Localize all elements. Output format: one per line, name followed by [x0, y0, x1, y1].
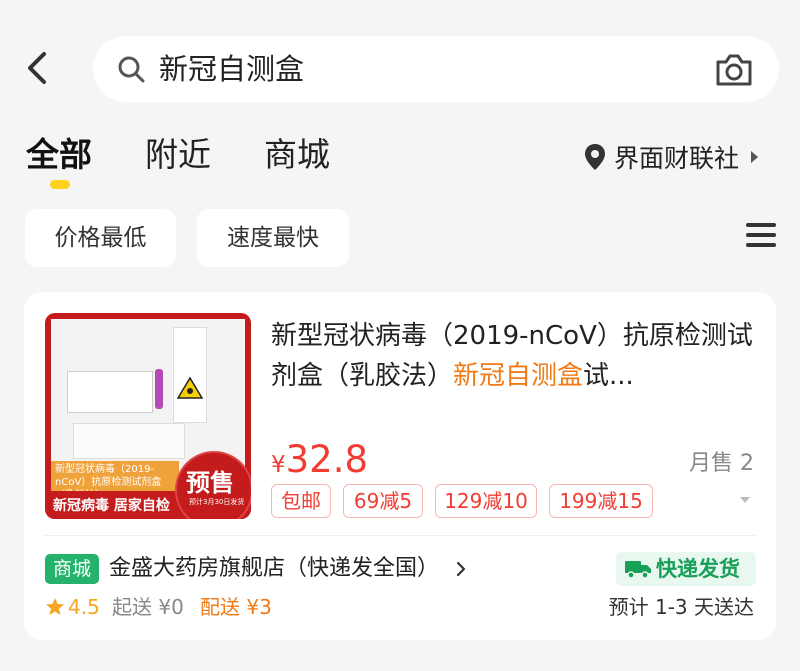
- promo-tag: 包邮: [271, 484, 331, 518]
- mall-badge: 商城: [45, 554, 99, 584]
- tab-mall[interactable]: 商城: [264, 133, 330, 177]
- express-label: 快递发货: [656, 557, 740, 581]
- store-rating: 4.5: [68, 595, 100, 619]
- search-input[interactable]: 新冠自测盒: [159, 50, 304, 88]
- search-bar[interactable]: 新冠自测盒: [93, 36, 779, 102]
- promo-tag: 129减10: [435, 484, 537, 518]
- promo-tag: 199减15: [549, 484, 653, 518]
- store-name[interactable]: 金盛大药房旗舰店（快递发全国）: [109, 554, 439, 584]
- filter-lowest-price[interactable]: 价格最低: [25, 209, 176, 267]
- expand-tags-icon[interactable]: [740, 497, 750, 503]
- back-arrow-icon[interactable]: [22, 48, 52, 88]
- location-selector[interactable]: 界面财联社: [584, 137, 759, 177]
- product-card[interactable]: 新型冠状病毒（2019-nCoV）抗原检测试剂盒（乳胶法） 新冠病毒 居家自检 …: [24, 292, 776, 640]
- presale-sub-label: 预计3月30日发货: [189, 498, 245, 506]
- product-image[interactable]: 新型冠状病毒（2019-nCoV）抗原检测试剂盒（乳胶法） 新冠病毒 居家自检 …: [45, 313, 251, 519]
- location-label: 界面财联社: [614, 144, 740, 173]
- monthly-sales: 月售 2: [689, 451, 754, 476]
- divider: [45, 535, 755, 536]
- biohazard-icon: [177, 377, 203, 399]
- chevron-right-icon: [751, 151, 759, 163]
- product-title[interactable]: 新型冠状病毒（2019-nCoV）抗原检测试剂盒（乳胶法）新冠自测盒试...: [271, 316, 761, 396]
- location-pin-icon: [585, 144, 605, 170]
- express-badge: 快递发货: [616, 552, 756, 586]
- truck-icon: [625, 561, 651, 579]
- presale-label: 预售: [186, 469, 234, 497]
- delivery-fee: 配送 ¥3: [200, 595, 272, 619]
- active-tab-indicator: [50, 180, 70, 189]
- camera-icon[interactable]: [714, 50, 754, 88]
- title-highlight: 新冠自测盒: [453, 361, 584, 391]
- filter-fastest[interactable]: 速度最快: [197, 209, 349, 267]
- star-icon: [46, 598, 64, 615]
- min-order: 起送 ¥0: [112, 595, 184, 619]
- chevron-right-icon[interactable]: [454, 561, 468, 577]
- delivery-eta: 预计 1-3 天送达: [608, 595, 754, 619]
- search-icon: [118, 56, 145, 83]
- menu-icon[interactable]: [746, 223, 776, 249]
- tab-all[interactable]: 全部: [26, 133, 92, 177]
- tab-nearby[interactable]: 附近: [145, 133, 211, 177]
- image-bottom-text: 新冠病毒 居家自检: [53, 498, 170, 514]
- promo-tag: 69减5: [343, 484, 423, 518]
- product-price: ¥32.8: [271, 438, 369, 481]
